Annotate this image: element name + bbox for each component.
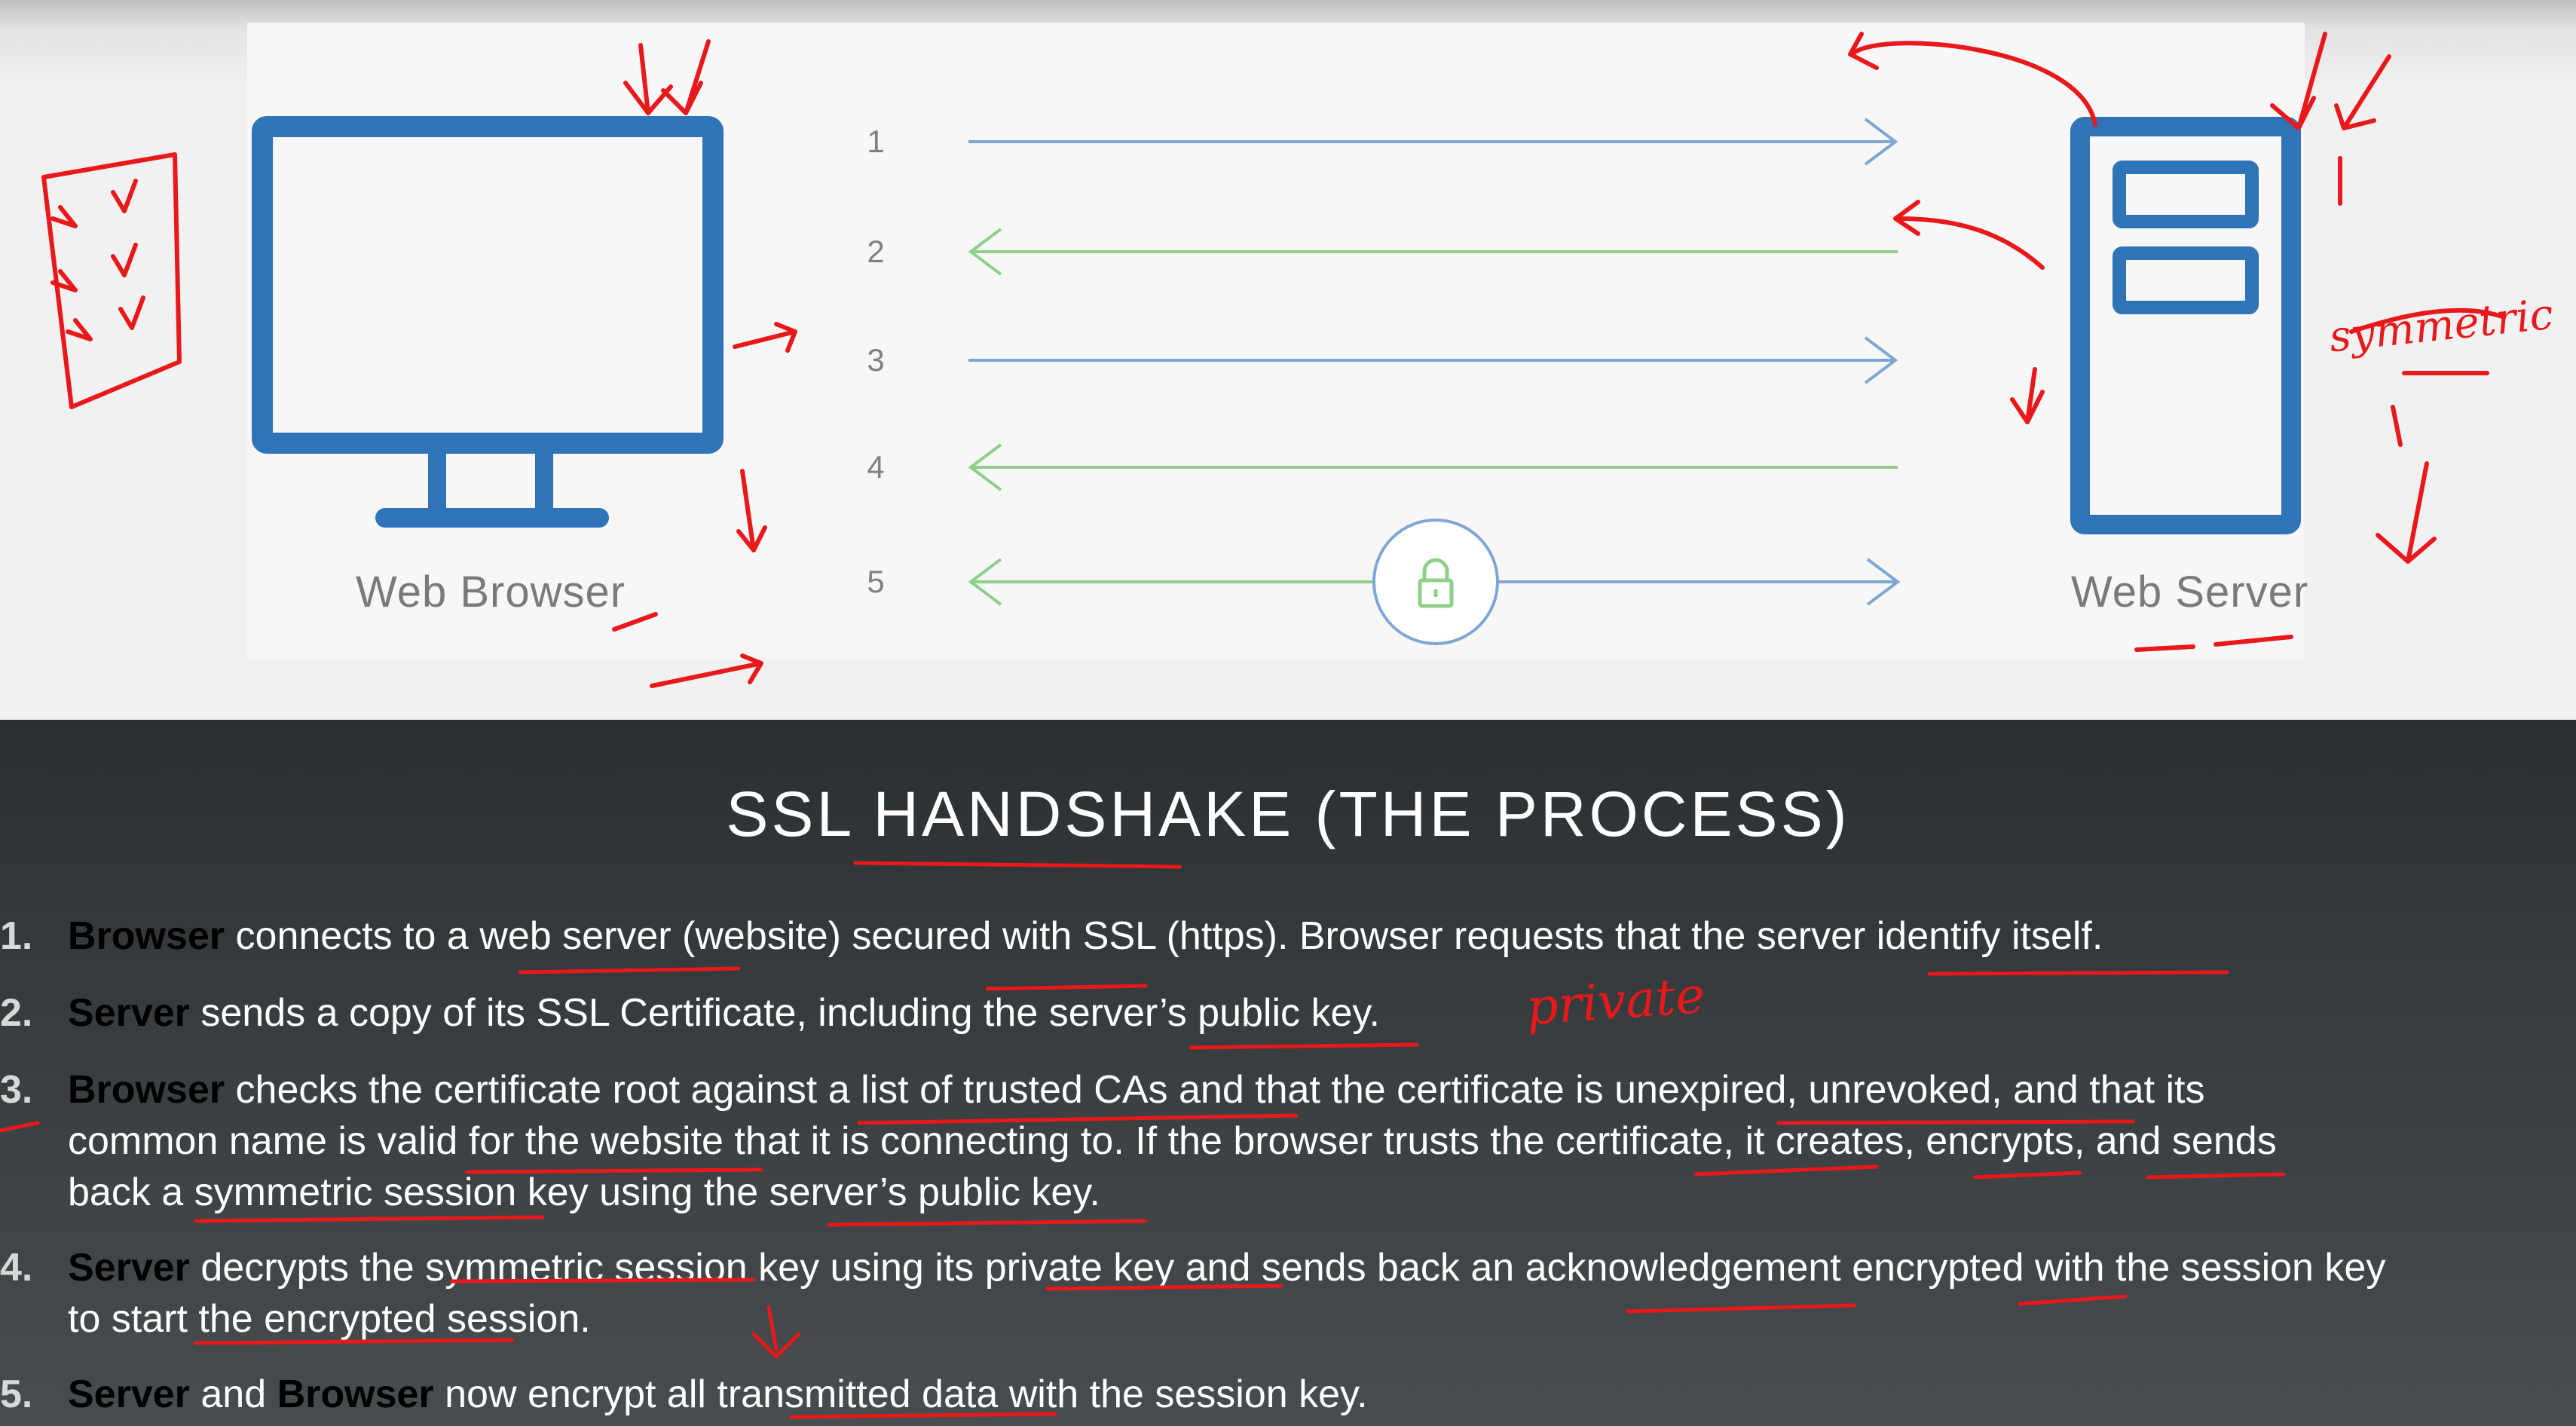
arrow-2	[968, 228, 1898, 276]
step-actor: Server	[68, 1246, 190, 1290]
step-text: sends a copy of its SSL Certificate, inc…	[189, 991, 1380, 1035]
step-line: Server decrypts the symmetric session ke…	[68, 1242, 2385, 1293]
step-actor: Browser	[68, 914, 225, 958]
step-line: Browser connects to a web server (websit…	[68, 910, 2103, 962]
arrow-1	[968, 118, 1898, 166]
lock-icon	[1372, 519, 1499, 645]
step-actor: Server	[68, 991, 190, 1035]
step-number-2: 2	[867, 234, 885, 269]
step-number: 5.	[0, 1372, 33, 1416]
step-line: back a symmetric session key using the s…	[68, 1170, 1100, 1214]
step-number-4: 4	[867, 449, 885, 485]
step-number: 2.	[0, 991, 33, 1035]
step-number: 3.	[0, 1068, 33, 1112]
step-line: common name is valid for the website tha…	[68, 1119, 2277, 1163]
arrow-4	[968, 443, 1898, 491]
arrow-3	[968, 336, 1898, 384]
step-line: Server and Browser now encrypt all trans…	[68, 1369, 1368, 1420]
step-line: Server sends a copy of its SSL Certifica…	[68, 987, 1380, 1039]
step-number: 4.	[0, 1246, 33, 1290]
slide-title: SSL HANDSHAKE (THE PROCESS)	[726, 779, 1850, 849]
step-number-5: 5	[867, 564, 885, 599]
step-line: Browser checks the certificate root agai…	[68, 1064, 2204, 1115]
step-line: to start the encrypted session.	[68, 1297, 591, 1341]
step-number: 1.	[0, 914, 33, 958]
monitor-icon	[252, 116, 724, 528]
step-text: and	[189, 1372, 277, 1416]
step-actor: Server	[68, 1372, 190, 1416]
step-number-1: 1	[867, 124, 885, 159]
handwritten-private-note: private	[1524, 965, 1707, 1037]
step-actor: Browser	[68, 1068, 225, 1112]
step-text-2: now encrypt all transmitted data with th…	[433, 1372, 1368, 1416]
step-text: connects to a web server (website) secur…	[225, 914, 2103, 958]
step-actor-2: Browser	[277, 1372, 434, 1416]
step-text: decrypts the symmetric session key using…	[189, 1246, 2386, 1290]
step-number-3: 3	[867, 342, 885, 378]
browser-label: Web Browser	[356, 568, 626, 617]
server-icon	[2070, 117, 2301, 534]
server-label: Web Server	[2071, 568, 2309, 617]
step-text: checks the certificate root against a li…	[225, 1068, 2205, 1112]
